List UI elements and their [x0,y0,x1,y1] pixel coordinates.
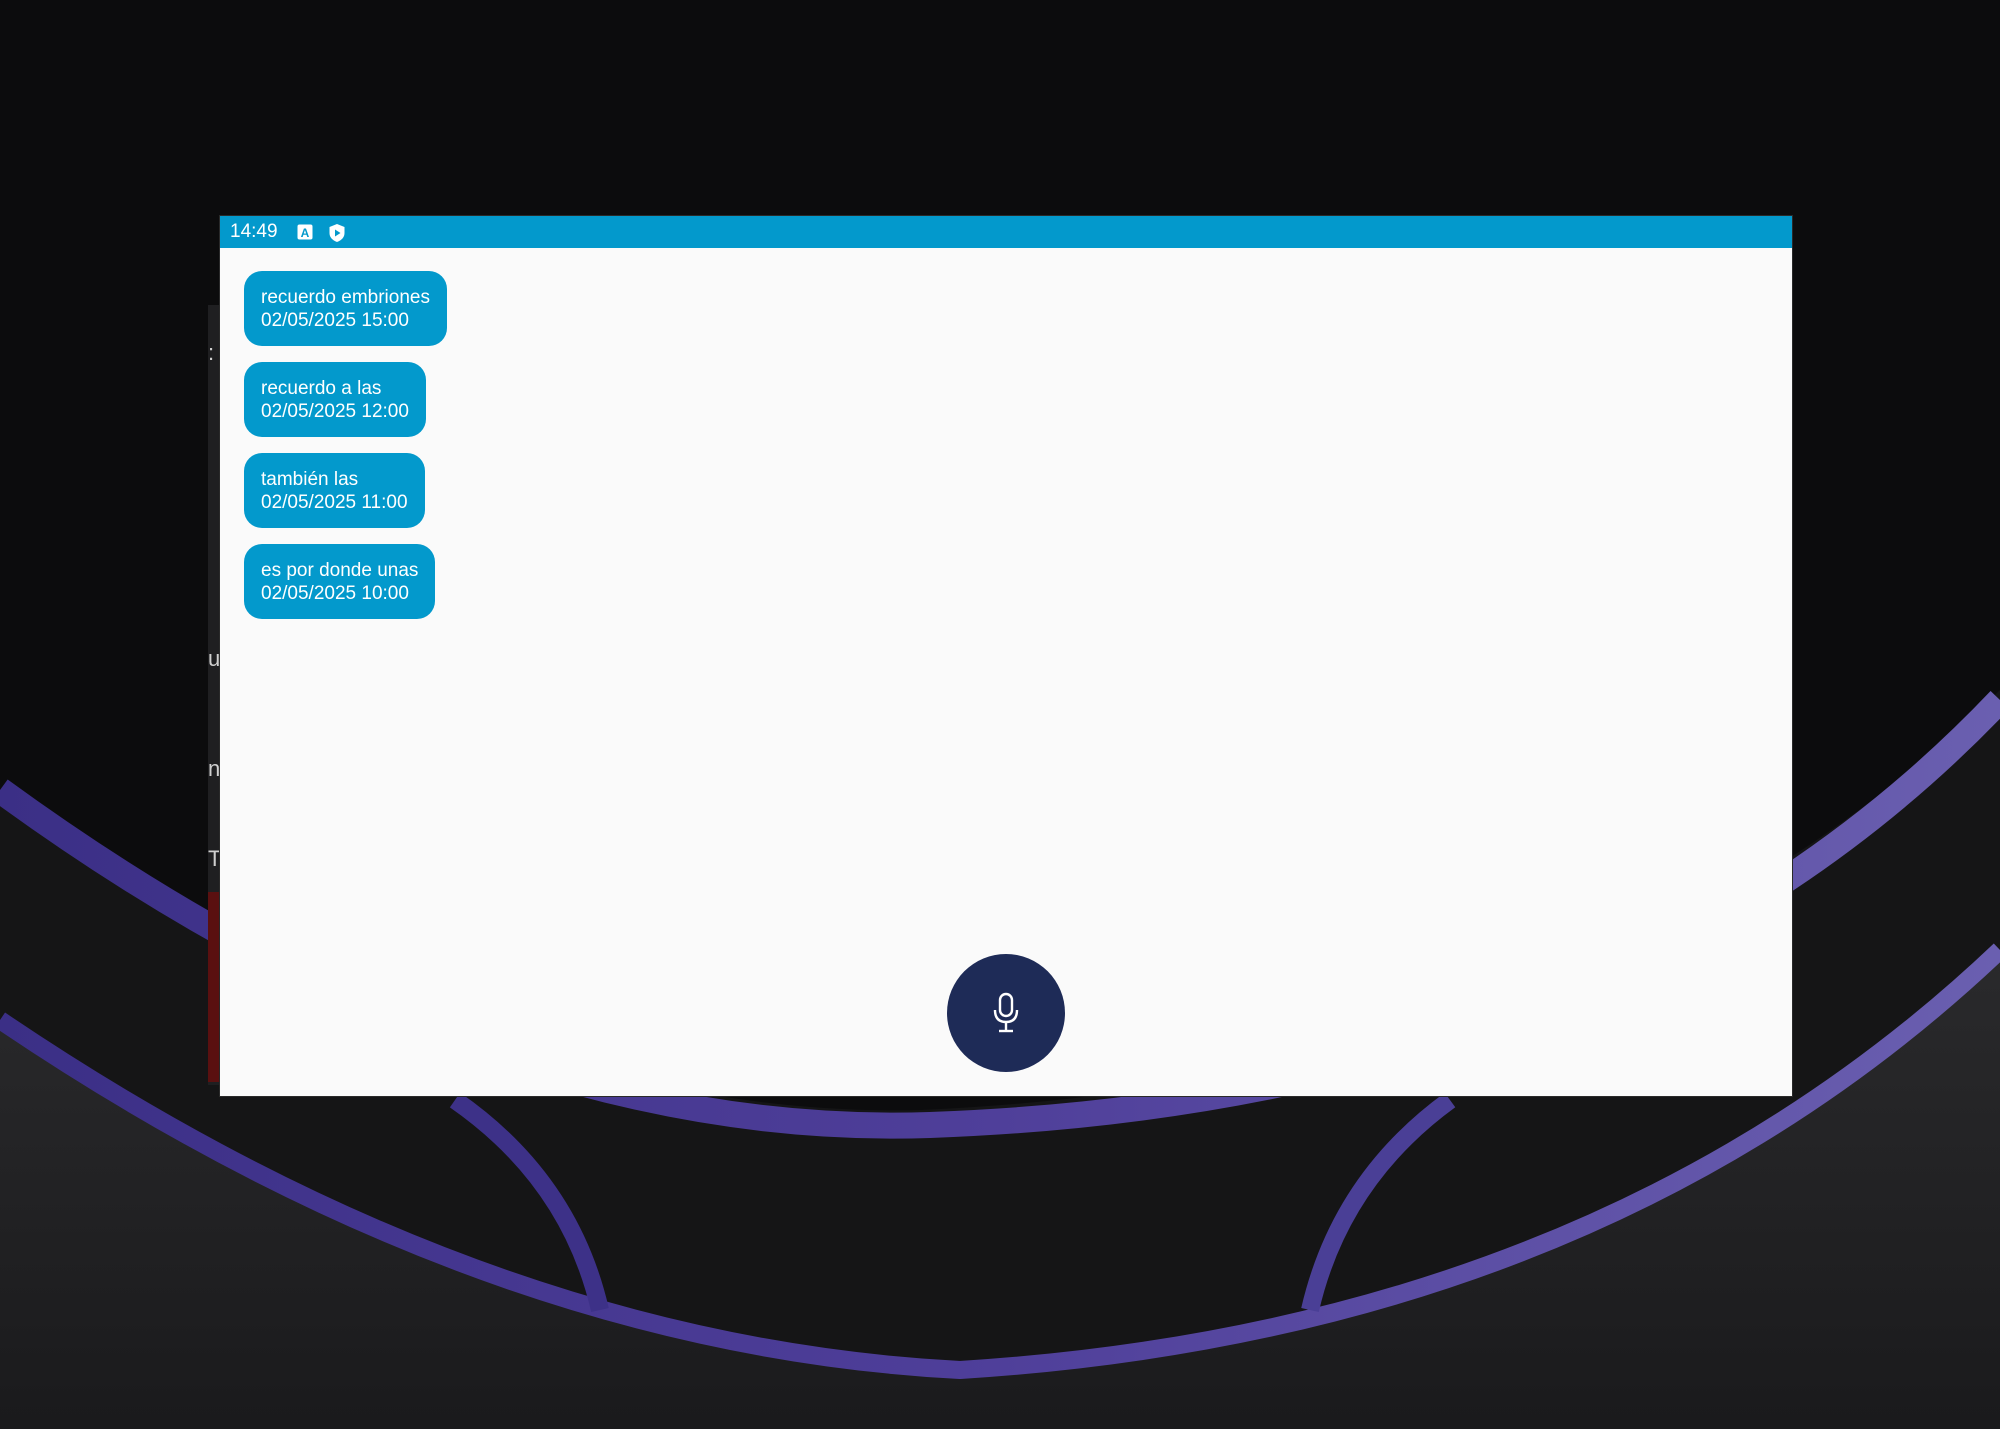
reminder-bubble[interactable]: es por donde unas 02/05/2025 10:00 [244,544,436,619]
microphone-icon [993,992,1019,1033]
background-window-strip [208,892,220,1082]
desktop: : u n T 14:49 A recuerdo embriones 02/05… [0,0,2000,1429]
record-voice-button[interactable] [947,954,1065,1072]
background-glyph: u [208,646,221,671]
reminder-text: recuerdo embriones [261,287,430,308]
reminder-datetime: 02/05/2025 15:00 [261,310,409,331]
reminder-datetime: 02/05/2025 11:00 [261,492,408,513]
reminder-text: recuerdo a las [261,378,382,399]
svg-text:A: A [300,226,309,240]
background-glyph: : [208,340,215,365]
reminder-bubble[interactable]: recuerdo embriones 02/05/2025 15:00 [244,271,447,346]
reminder-datetime: 02/05/2025 10:00 [261,583,409,604]
status-time: 14:49 [230,221,278,242]
reminder-list: recuerdo embriones 02/05/2025 15:00 recu… [244,271,447,635]
reminder-text: es por donde unas [261,560,419,581]
reminder-datetime: 02/05/2025 12:00 [261,401,409,422]
reminder-bubble[interactable]: también las 02/05/2025 11:00 [244,453,425,528]
reminder-text: también las [261,469,359,490]
keyboard-a-icon: A [296,223,314,241]
status-bar: 14:49 A [220,216,1792,248]
shield-play-icon [328,223,346,242]
reminder-bubble[interactable]: recuerdo a las 02/05/2025 12:00 [244,362,426,437]
background-glyph: n [208,756,221,781]
emulator-screen: 14:49 A recuerdo embriones 02/05/2025 15… [220,216,1792,1096]
